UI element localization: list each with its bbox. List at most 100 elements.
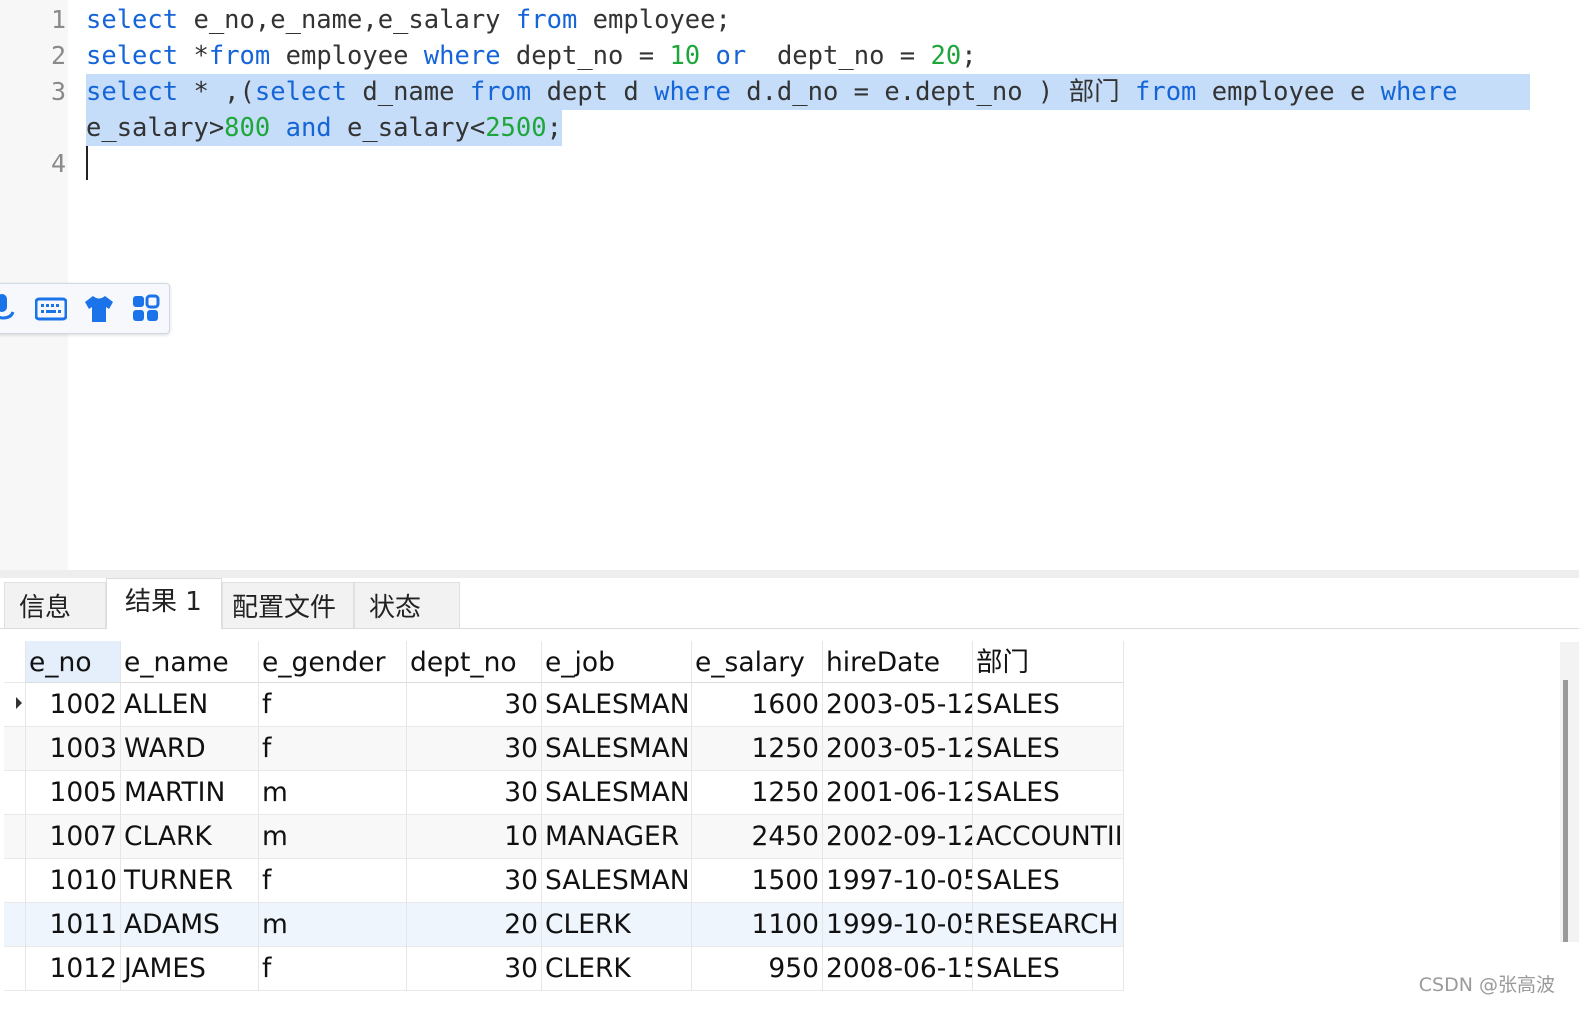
table-cell[interactable]: ACCOUNTII bbox=[973, 815, 1124, 859]
table-cell[interactable]: m bbox=[259, 903, 407, 947]
row-selector[interactable] bbox=[4, 859, 26, 903]
row-selector[interactable] bbox=[4, 683, 26, 727]
column-header[interactable]: e_gender bbox=[259, 641, 407, 683]
table-cell[interactable]: SALES bbox=[973, 683, 1124, 727]
sql-keyword: where bbox=[423, 41, 501, 71]
table-cell[interactable]: 1005 bbox=[26, 771, 121, 815]
table-cell[interactable]: 30 bbox=[407, 683, 542, 727]
table-cell[interactable]: 1250 bbox=[692, 727, 823, 771]
row-selector[interactable] bbox=[4, 815, 26, 859]
ime-floating-toolbar[interactable] bbox=[0, 283, 170, 334]
table-cell[interactable]: 1500 bbox=[692, 859, 823, 903]
table-cell[interactable]: MARTIN bbox=[121, 771, 259, 815]
line-number: 4 bbox=[50, 149, 66, 178]
column-header[interactable]: 部门 bbox=[973, 641, 1124, 683]
apps-grid-icon[interactable] bbox=[131, 294, 161, 324]
table-cell[interactable]: 2450 bbox=[692, 815, 823, 859]
table-cell[interactable]: 30 bbox=[407, 727, 542, 771]
table-cell[interactable]: 10 bbox=[407, 815, 542, 859]
table-cell[interactable]: 2001-06-12 bbox=[823, 771, 973, 815]
code-line-3-wrap-selected[interactable]: e_salary>800 and e_salary<2500; bbox=[86, 110, 562, 146]
table-cell[interactable]: SALES bbox=[973, 859, 1124, 903]
table-cell[interactable]: 1003 bbox=[26, 727, 121, 771]
tab-result-1[interactable]: 结果 1 bbox=[106, 578, 222, 629]
sql-editor[interactable]: 1 2 3 4 select e_no,e_name,e_salary from… bbox=[0, 0, 1579, 570]
table-cell[interactable]: 1002 bbox=[26, 683, 121, 727]
table-cell[interactable]: 2003-05-12 bbox=[823, 683, 973, 727]
tab-info[interactable]: 信息 bbox=[4, 582, 106, 628]
table-cell[interactable]: SALESMAN bbox=[542, 727, 692, 771]
code-line-1[interactable]: select e_no,e_name,e_salary from employe… bbox=[86, 2, 731, 38]
table-cell[interactable]: 1007 bbox=[26, 815, 121, 859]
table-cell[interactable]: f bbox=[259, 727, 407, 771]
table-cell[interactable]: m bbox=[259, 815, 407, 859]
table-cell[interactable]: WARD bbox=[121, 727, 259, 771]
table-cell[interactable]: 2003-05-12 bbox=[823, 727, 973, 771]
column-header[interactable]: hireDate bbox=[823, 641, 973, 683]
table-cell[interactable]: ADAMS bbox=[121, 903, 259, 947]
table-cell[interactable]: SALESMAN bbox=[542, 683, 692, 727]
scrollbar-thumb[interactable] bbox=[1563, 680, 1568, 942]
table-cell[interactable]: SALES bbox=[973, 771, 1124, 815]
table-cell[interactable]: CLERK bbox=[542, 903, 692, 947]
column-header[interactable]: dept_no bbox=[407, 641, 542, 683]
column-header[interactable]: e_salary bbox=[692, 641, 823, 683]
table-cell[interactable]: 1250 bbox=[692, 771, 823, 815]
sql-keyword: from bbox=[515, 5, 578, 35]
microphone-icon[interactable] bbox=[0, 294, 17, 324]
table-cell[interactable]: 1012 bbox=[26, 947, 121, 991]
sql-token: dept_no = bbox=[746, 41, 931, 71]
table-cell[interactable]: TURNER bbox=[121, 859, 259, 903]
row-selector[interactable] bbox=[4, 903, 26, 947]
table-cell[interactable]: MANAGER bbox=[542, 815, 692, 859]
column-header[interactable]: e_name bbox=[121, 641, 259, 683]
code-line-2[interactable]: select *from employee where dept_no = 10… bbox=[86, 38, 977, 74]
table-cell[interactable]: SALESMAN bbox=[542, 771, 692, 815]
table-cell[interactable]: 1997-10-05 bbox=[823, 859, 973, 903]
tab-status[interactable]: 状态 bbox=[354, 582, 460, 628]
keyboard-icon[interactable] bbox=[35, 294, 67, 324]
row-selector[interactable] bbox=[4, 947, 26, 991]
table-cell[interactable]: ALLEN bbox=[121, 683, 259, 727]
tab-profile[interactable]: 配置文件 bbox=[222, 582, 354, 628]
sql-token: employee bbox=[270, 41, 424, 71]
table-cell[interactable]: 2002-09-12 bbox=[823, 815, 973, 859]
table-cell[interactable]: 950 bbox=[692, 947, 823, 991]
table-cell[interactable]: 2008-06-15 bbox=[823, 947, 973, 991]
table-cell[interactable]: CLERK bbox=[542, 947, 692, 991]
table-cell[interactable]: 1100 bbox=[692, 903, 823, 947]
table-cell[interactable]: m bbox=[259, 771, 407, 815]
sql-token: ; bbox=[961, 41, 977, 71]
table-cell[interactable]: 30 bbox=[407, 947, 542, 991]
sql-number: 800 bbox=[224, 113, 271, 143]
line-number: 3 bbox=[50, 77, 66, 106]
table-cell[interactable]: 30 bbox=[407, 771, 542, 815]
table-cell[interactable]: f bbox=[259, 683, 407, 727]
table-cell[interactable]: CLARK bbox=[121, 815, 259, 859]
table-cell[interactable]: RESEARCH bbox=[973, 903, 1124, 947]
sql-token: * bbox=[178, 41, 209, 71]
sql-token: 部门 bbox=[1068, 77, 1120, 107]
row-selector[interactable] bbox=[4, 727, 26, 771]
table-cell[interactable]: 1010 bbox=[26, 859, 121, 903]
table-cell[interactable]: 1999-10-05 bbox=[823, 903, 973, 947]
table-cell[interactable]: 20 bbox=[407, 903, 542, 947]
column-header[interactable]: e_no bbox=[26, 641, 121, 683]
panel-splitter[interactable] bbox=[0, 570, 1579, 578]
table-cell[interactable]: SALES bbox=[973, 947, 1124, 991]
table-cell[interactable]: SALES bbox=[973, 727, 1124, 771]
table-cell[interactable]: f bbox=[259, 947, 407, 991]
sql-keyword: where bbox=[654, 77, 731, 107]
table-cell[interactable]: f bbox=[259, 859, 407, 903]
sql-keyword: from bbox=[1135, 77, 1197, 107]
row-selector[interactable] bbox=[4, 771, 26, 815]
table-cell[interactable]: JAMES bbox=[121, 947, 259, 991]
skin-shirt-icon[interactable] bbox=[83, 294, 115, 324]
table-cell[interactable]: SALESMAN bbox=[542, 859, 692, 903]
table-cell[interactable]: 30 bbox=[407, 859, 542, 903]
column-header[interactable]: e_job bbox=[542, 641, 692, 683]
table-cell[interactable]: 1600 bbox=[692, 683, 823, 727]
code-line-3-selected[interactable]: select * ,(select d_name from dept d whe… bbox=[86, 74, 1530, 110]
sql-token: d.d_no = e.dept_no ) bbox=[730, 77, 1069, 107]
table-cell[interactable]: 1011 bbox=[26, 903, 121, 947]
